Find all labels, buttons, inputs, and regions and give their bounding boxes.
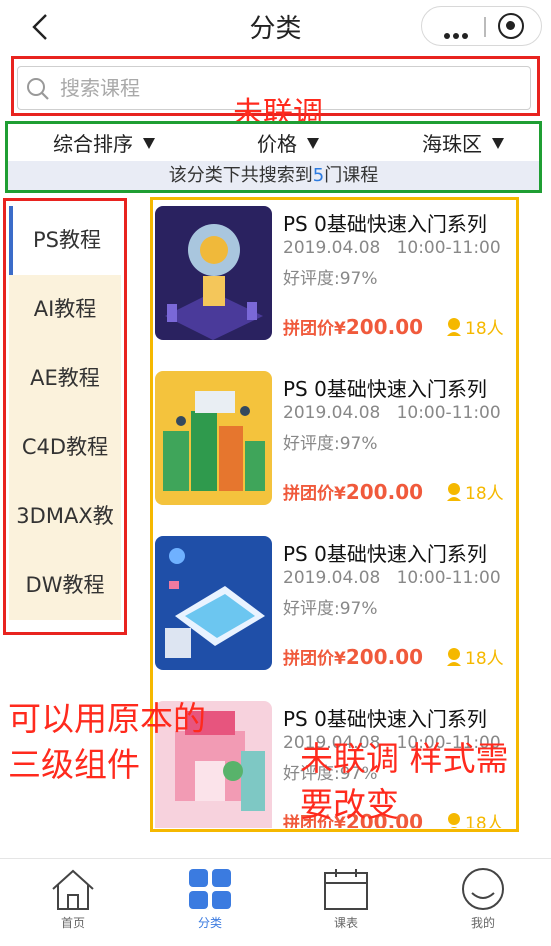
annotation-line: 要改变 (300, 785, 399, 824)
close-miniprogram-icon[interactable] (498, 13, 524, 39)
tab-category-label: 分类 (197, 916, 222, 930)
tab-category[interactable]: 分类 (170, 867, 250, 931)
tab-schedule[interactable]: 课表 (306, 867, 386, 931)
home-icon (52, 869, 94, 910)
category-icon (189, 869, 231, 909)
bottom-tab-bar: 首页 分类 课表 我的 (0, 858, 551, 946)
annotation-box-sidebar (3, 198, 127, 635)
annotation-box-filters (5, 121, 542, 193)
annotation-line: 三级组件 (8, 745, 140, 784)
tab-profile[interactable]: 我的 (443, 867, 523, 931)
tab-schedule-label: 课表 (333, 916, 358, 930)
nav-header: 分类 (0, 0, 551, 54)
more-menu-icon[interactable] (444, 24, 474, 39)
capsule-divider (484, 17, 486, 37)
mini-program-capsule (421, 6, 542, 46)
tab-profile-label: 我的 (470, 916, 495, 930)
annotation-line: 未联调 样式需 (300, 739, 509, 778)
tab-home[interactable]: 首页 (33, 867, 113, 931)
profile-icon (462, 868, 504, 910)
calendar-icon (324, 869, 368, 910)
annotation-note-sidebar: 可以用原本的 三级组件 (8, 696, 206, 788)
tab-home-label: 首页 (60, 916, 85, 930)
annotation-line: 可以用原本的 (8, 699, 206, 738)
annotation-note-courses: 未联调 样式需 要改变 (300, 736, 509, 828)
